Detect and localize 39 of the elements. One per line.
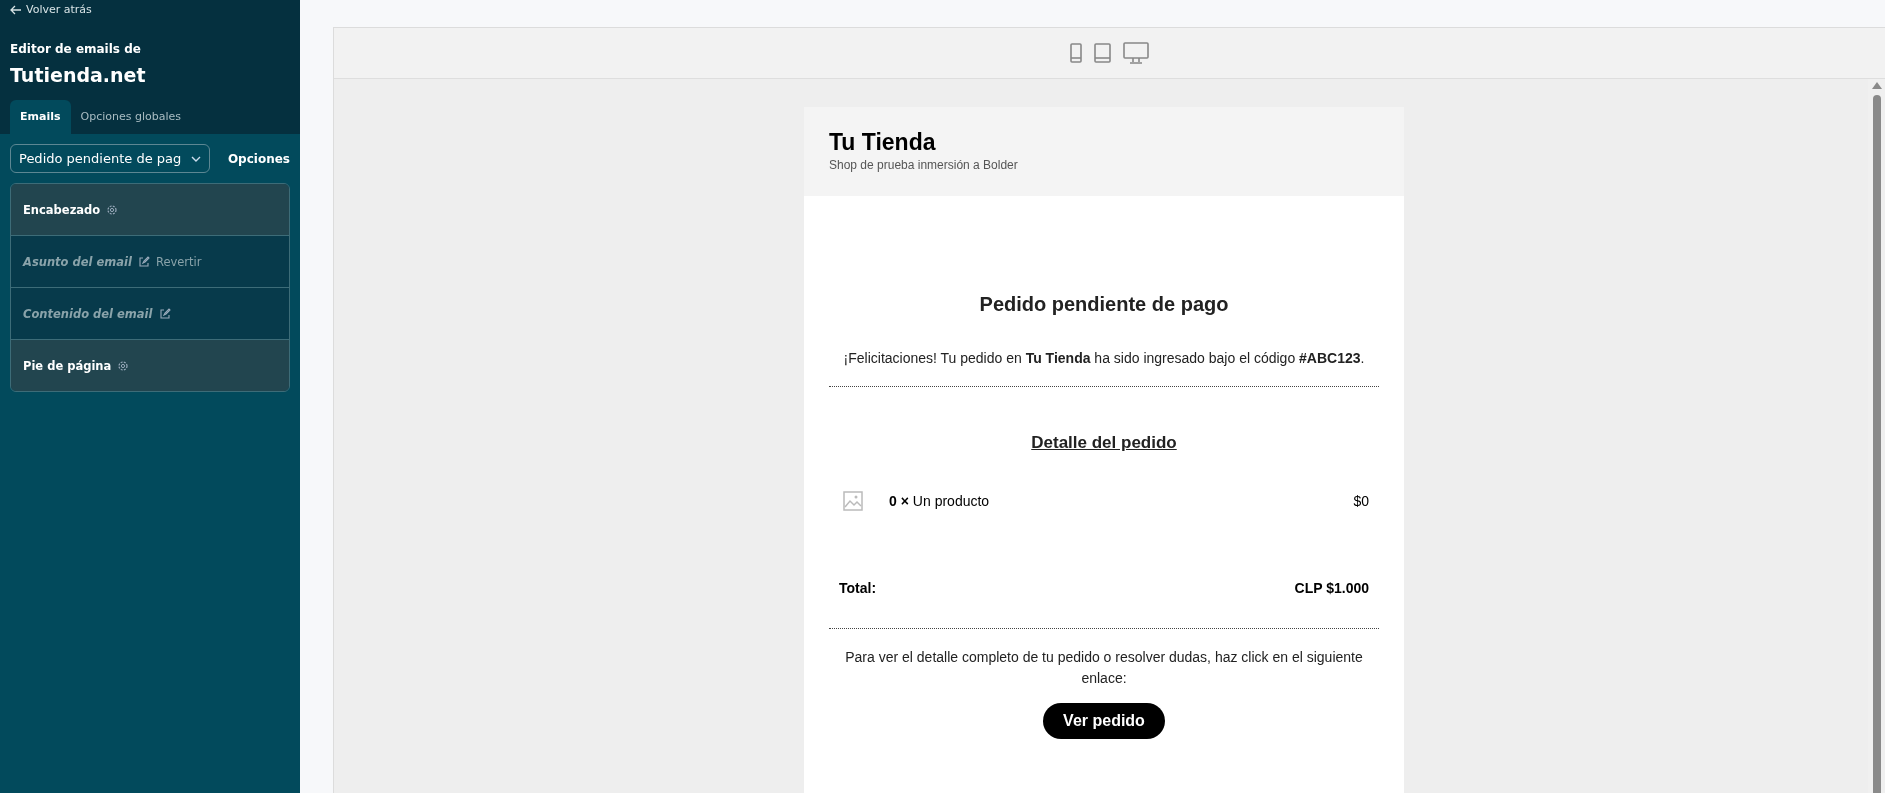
email-heading: Pedido pendiente de pago xyxy=(978,293,1230,316)
view-order-button[interactable]: Ver pedido xyxy=(1043,703,1165,739)
item-price: $0 xyxy=(1353,493,1369,509)
chevron-down-icon xyxy=(191,155,201,162)
edit-icon[interactable] xyxy=(137,255,150,268)
detail-title: Detalle del pedido xyxy=(1030,433,1178,453)
section-label: Asunto del email xyxy=(23,254,132,269)
section-label: Encabezado xyxy=(23,202,101,217)
section-item[interactable]: Pie de página xyxy=(11,339,289,391)
tab[interactable]: Emails xyxy=(10,100,71,134)
email-store-tagline: Shop de prueba inmersión a Bolder xyxy=(829,158,1019,172)
scroll-up-arrow-icon[interactable] xyxy=(1872,82,1882,89)
total-label: Total: xyxy=(839,580,877,596)
revert-link[interactable]: Revertir xyxy=(155,254,202,269)
template-select[interactable]: Pedido pendiente de pag xyxy=(10,144,210,173)
section-label: Pie de página xyxy=(23,358,112,373)
arrow-left-icon xyxy=(10,4,22,15)
edit-icon[interactable] xyxy=(158,307,171,320)
image-placeholder-icon xyxy=(843,491,863,511)
item-name: Un producto xyxy=(912,493,990,509)
store-name: Tutienda.net xyxy=(10,64,147,86)
section-item[interactable]: Contenido del email xyxy=(11,287,289,339)
monitor-icon[interactable] xyxy=(1123,42,1149,64)
back-link[interactable]: Volver atrás xyxy=(10,3,92,16)
tablet-icon[interactable] xyxy=(1094,43,1111,63)
options-button[interactable]: Opciones xyxy=(227,151,290,166)
item-quantity: 0 × xyxy=(889,493,909,509)
section-item[interactable]: Encabezado xyxy=(11,184,289,235)
phone-icon[interactable] xyxy=(1070,43,1082,63)
email-store-title: Tu Tienda xyxy=(829,129,937,156)
editor-subtitle: Editor de emails de xyxy=(10,42,142,56)
email-footer-text: Para ver el detalle completo de tu pedido o resolver dudas, haz click en el siguiente enlace: xyxy=(844,648,1364,688)
email-intro: ¡Felicitaciones! Tu pedido en Tu Tienda ha sido ingresado bajo el código #ABC123. xyxy=(842,350,1366,366)
section-item[interactable]: Asunto del email Revertir xyxy=(11,235,289,287)
total-value: CLP $1.000 xyxy=(1294,580,1369,596)
section-label: Contenido del email xyxy=(23,306,153,321)
gear-icon[interactable] xyxy=(117,359,130,372)
gear-icon[interactable] xyxy=(106,203,119,216)
tab[interactable]: Opciones globales xyxy=(70,100,191,134)
